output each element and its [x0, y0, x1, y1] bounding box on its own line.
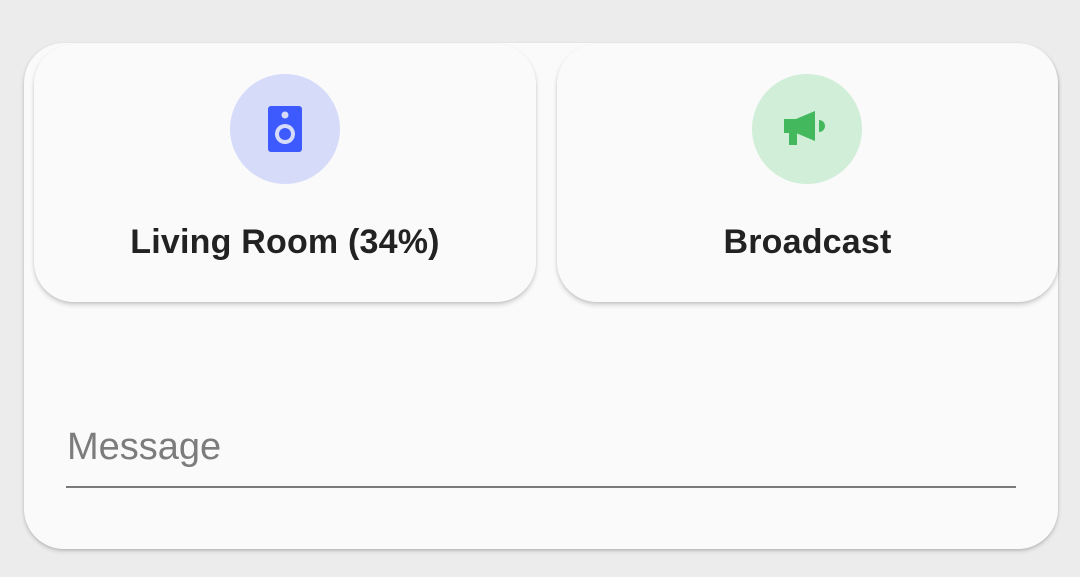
speaker-icon-circle	[230, 74, 340, 184]
megaphone-icon	[784, 111, 825, 145]
message-field[interactable]: Message	[66, 418, 1016, 488]
speaker-tile-label: Living Room (34%)	[130, 223, 440, 261]
message-placeholder: Message	[67, 426, 222, 468]
speaker-icon	[268, 106, 302, 152]
broadcast-tile[interactable]: Broadcast	[557, 44, 1058, 302]
speaker-tile-living-room[interactable]: Living Room (34%)	[34, 44, 536, 302]
megaphone-icon-circle	[752, 74, 862, 184]
broadcast-tile-label: Broadcast	[723, 223, 892, 261]
